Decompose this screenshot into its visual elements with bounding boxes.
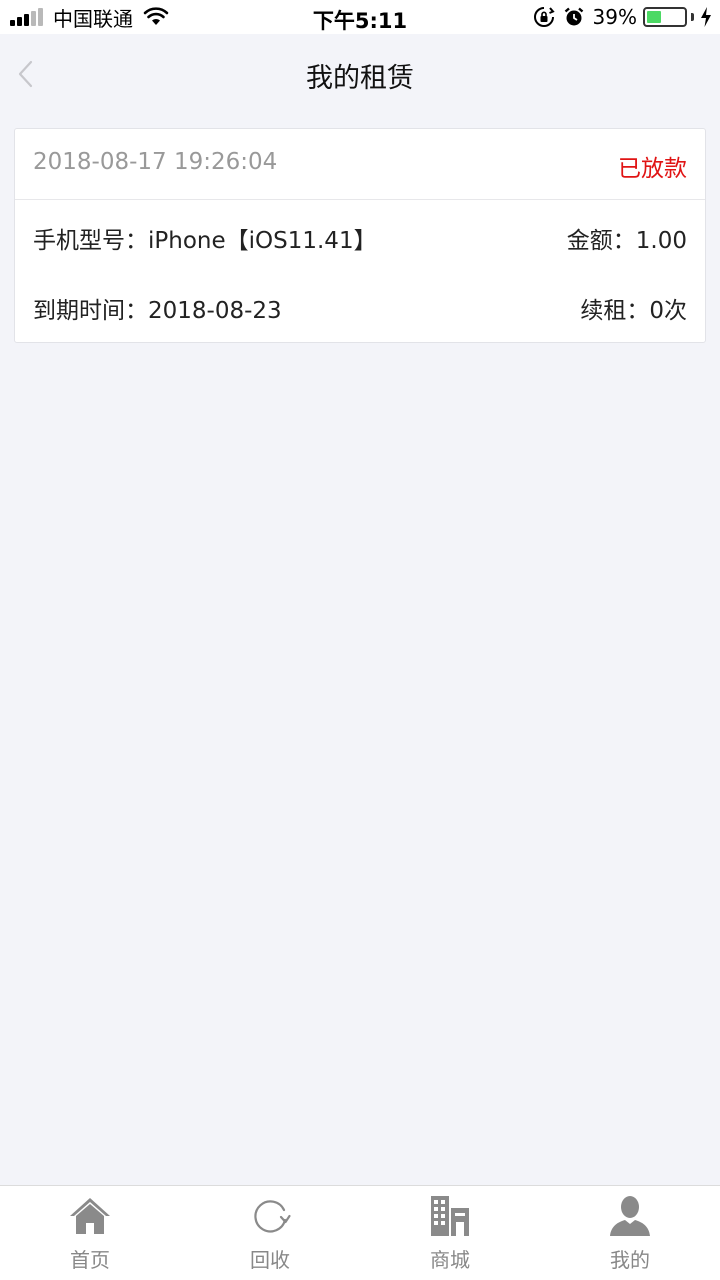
- tab-mall-label: 商城: [430, 1248, 470, 1272]
- tab-home[interactable]: 首页: [0, 1186, 180, 1280]
- tab-mine-label: 我的: [610, 1248, 650, 1272]
- screen: 中国联通 下午5:11 39% 我的租赁 2018-08-17 19:26:04…: [0, 0, 720, 1280]
- battery-level: [647, 11, 662, 23]
- renew-count: 续租：0次: [580, 298, 687, 324]
- user-icon: [610, 1196, 650, 1236]
- rental-row-model: 手机型号：iPhone【iOS11.41】 金额：1.00: [33, 221, 687, 254]
- battery-cap: [691, 13, 694, 21]
- page-title: 我的租赁: [306, 63, 414, 94]
- phone-model: 手机型号：iPhone【iOS11.41】: [33, 228, 377, 254]
- status-right: 39%: [533, 0, 712, 34]
- tab-mall[interactable]: 商城: [360, 1186, 540, 1280]
- refresh-icon: [254, 1200, 291, 1233]
- home-icon: [70, 1198, 110, 1234]
- nav-bar: 我的租赁: [0, 34, 720, 114]
- tab-recycle[interactable]: 回收: [180, 1186, 360, 1280]
- status-badge: 已放款: [618, 156, 687, 182]
- rental-card-header: 2018-08-17 19:26:04 已放款: [15, 129, 705, 200]
- order-datetime: 2018-08-17 19:26:04: [33, 149, 278, 175]
- expire-date: 到期时间：2018-08-23: [33, 298, 282, 324]
- building-icon: [431, 1196, 469, 1236]
- rental-amount: 金额：1.00: [566, 228, 687, 254]
- status-bar: 中国联通 下午5:11 39%: [0, 0, 720, 34]
- tab-mine[interactable]: 我的: [540, 1186, 720, 1280]
- rental-card[interactable]: 2018-08-17 19:26:04 已放款 手机型号：iPhone【iOS1…: [14, 128, 706, 343]
- battery-icon: [643, 7, 687, 27]
- tab-bar: 首页 回收 商城 我的: [0, 1185, 720, 1280]
- charging-icon: [701, 7, 711, 27]
- tab-home-label: 首页: [70, 1248, 110, 1272]
- alarm-icon: [564, 7, 583, 26]
- rental-row-expire: 到期时间：2018-08-23 续租：0次: [33, 291, 687, 324]
- orientation-lock-icon: [533, 7, 555, 27]
- battery-percent: 39%: [592, 5, 637, 29]
- tab-recycle-label: 回收: [250, 1248, 290, 1272]
